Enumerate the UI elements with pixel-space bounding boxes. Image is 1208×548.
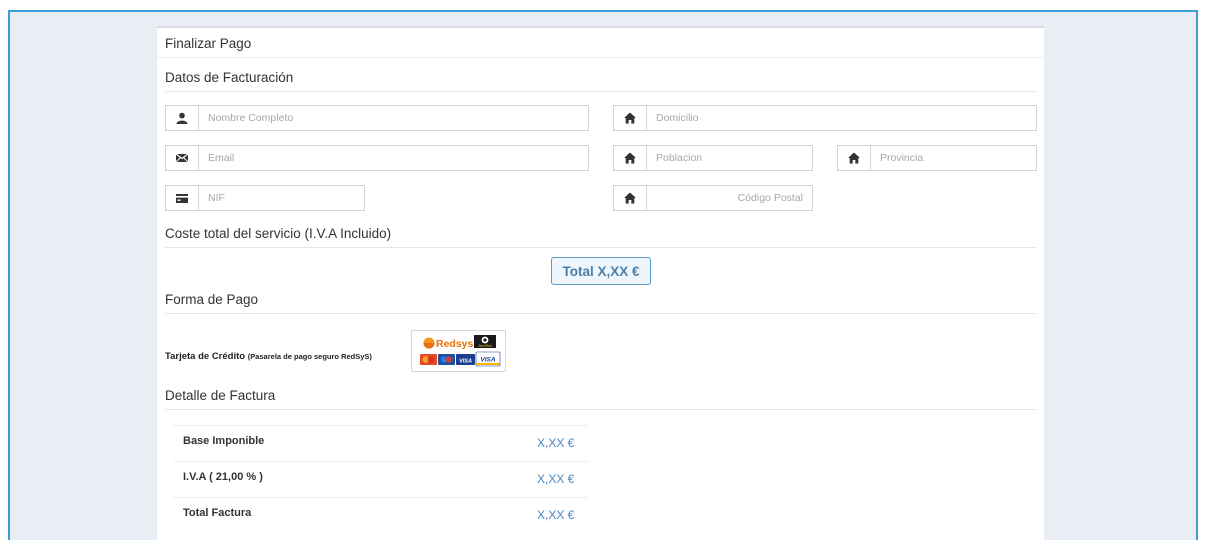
- address-input[interactable]: [647, 106, 1036, 130]
- redsys-payment-logo[interactable]: Redsys ServiRed VISA VISA: [411, 330, 506, 372]
- email-field[interactable]: [165, 145, 589, 171]
- billing-section-title: Datos de Facturación: [165, 70, 1036, 92]
- checkout-panel: Finalizar Pago Datos de Facturación Nomb…: [157, 26, 1044, 548]
- payment-method-name: Tarjeta de Crédito: [165, 351, 246, 362]
- invoice-row-base: Base Imponible X,XX €: [173, 425, 589, 461]
- payment-section-title: Forma de Pago: [165, 292, 1036, 314]
- redsys-logo-text: Redsys: [436, 338, 474, 350]
- nif-field[interactable]: [165, 185, 365, 211]
- email-input[interactable]: [199, 146, 588, 170]
- invoice-row-value: X,XX €: [537, 472, 575, 486]
- user-icon: [166, 106, 199, 130]
- invoice-row-label: Base Imponible: [183, 435, 265, 447]
- invoice-row-value: X,XX €: [537, 436, 575, 450]
- home-icon: [614, 106, 647, 130]
- total-button[interactable]: Total X,XX €: [551, 257, 651, 285]
- province-field[interactable]: [837, 145, 1037, 171]
- invoice-row-label: I.V.A ( 21,00 % ): [183, 471, 263, 483]
- full-name-input[interactable]: [199, 106, 588, 130]
- invoice-row-total: Total Factura X,XX €: [173, 497, 589, 533]
- nif-input[interactable]: [199, 186, 364, 210]
- invoice-row-value: X,XX €: [537, 508, 575, 522]
- cost-section-title: Coste total del servicio (I.V.A Incluido…: [165, 226, 1036, 248]
- invoice-row-label: Total Factura: [183, 507, 252, 519]
- invoice-row-vat: I.V.A ( 21,00 % ) X,XX €: [173, 461, 589, 497]
- visa-card-text: VISA: [459, 359, 472, 365]
- postal-code-input[interactable]: [647, 186, 812, 210]
- payment-method-note: (Pasarela de pago seguro RedSyS): [247, 352, 372, 361]
- redsys-logo-graphic: Redsys ServiRed VISA VISA: [420, 335, 501, 367]
- home-icon: [838, 146, 871, 170]
- address-field[interactable]: [613, 105, 1037, 131]
- invoice-section-title: Detalle de Factura: [165, 388, 1036, 410]
- app-frame: Finalizar Pago Datos de Facturación Nomb…: [8, 10, 1198, 548]
- payment-method-label: Tarjeta de Crédito (Pasarela de pago seg…: [165, 351, 372, 362]
- city-field[interactable]: [613, 145, 813, 171]
- province-input[interactable]: [871, 146, 1036, 170]
- credit-card-icon: [166, 186, 199, 210]
- full-name-field[interactable]: [165, 105, 589, 131]
- postal-code-field[interactable]: [613, 185, 813, 211]
- envelope-icon: [166, 146, 199, 170]
- visa-logo-text: VISA: [480, 357, 495, 364]
- home-icon: [614, 186, 647, 210]
- servired-badge-text: ServiRed: [478, 344, 491, 348]
- page-title: Finalizar Pago: [157, 36, 1044, 58]
- home-icon: [614, 146, 647, 170]
- city-input[interactable]: [647, 146, 812, 170]
